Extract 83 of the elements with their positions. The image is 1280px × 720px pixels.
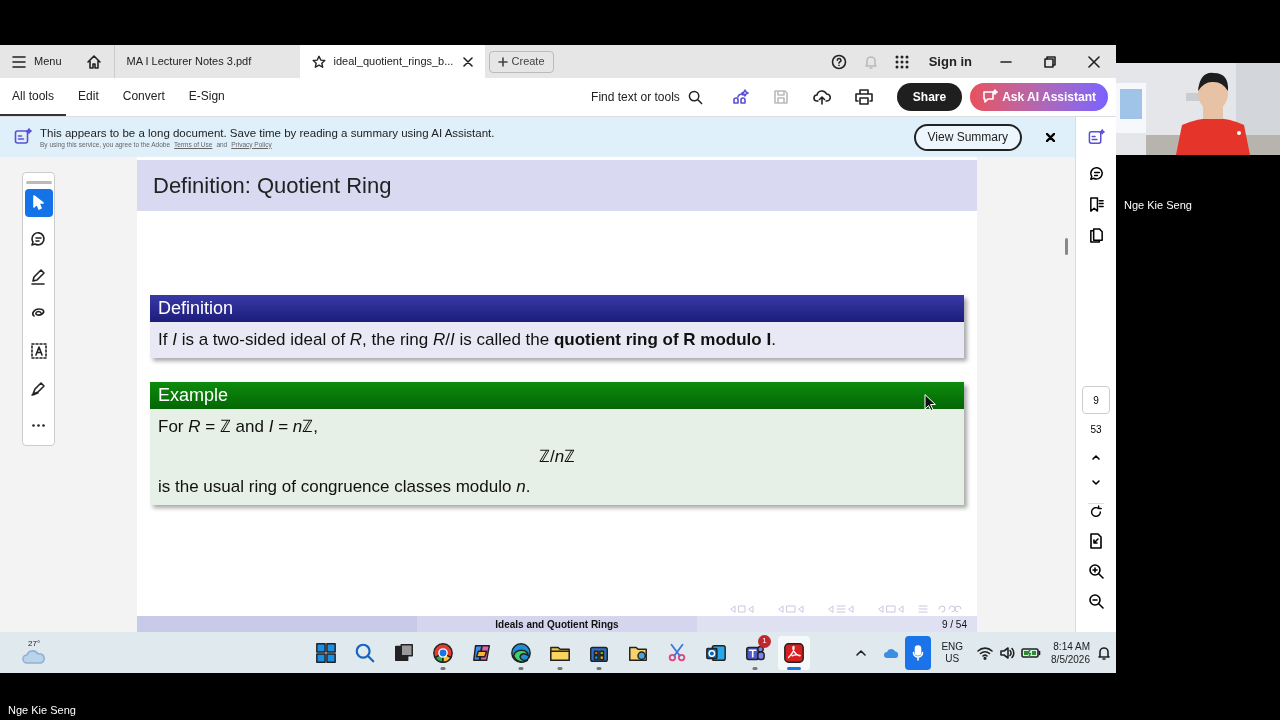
clock-time[interactable]: 8:14 AM [1053,639,1090,653]
running-indicator [440,666,446,670]
ai-summary-icon [14,128,32,146]
running-indicator [557,666,563,670]
scissors-icon [666,641,688,664]
browser-icon [510,641,532,664]
math-text: is the usual ring of congruence classes modulo n. [158,476,531,498]
cloud-icon[interactable] [883,646,900,659]
sparkle-tool-icon[interactable] [730,88,749,106]
toolbar-tab[interactable]: Convert [110,78,177,116]
browser-icon [432,641,454,664]
ai-assistant-button[interactable]: Ask AI Assistant [970,83,1108,111]
wifi-icon[interactable] [977,645,994,660]
math-text: ℤ/nℤ [538,446,576,468]
microphone-button[interactable] [905,635,932,670]
create-button[interactable]: Create [488,50,554,73]
toolbar-tab[interactable]: E-Sign [176,78,237,116]
fit-page-icon[interactable] [1088,533,1104,549]
block-title: Example [158,384,229,407]
mouse-pointer-icon [924,394,936,411]
close-icon[interactable] [1088,55,1100,68]
region-label[interactable]: US [945,652,960,665]
document-tab[interactable]: MA I Lecturer Notes 3.pdf [114,45,300,78]
text-box-icon [28,341,49,361]
comments-icon[interactable] [1087,165,1105,182]
zoom-out-icon[interactable] [1088,593,1104,609]
temperature-label: 27° [28,637,41,650]
search-icon [354,641,376,664]
tab-label: ideal_quotient_rings_b... [333,54,455,70]
slide-footer-title: Ideals and Quotient Rings [495,617,619,632]
banner-message: This appears to be a long document. Save time by reading a summary using AI Assistant. [40,125,495,140]
search-icon [687,89,703,105]
find-button[interactable]: Find text or tools [591,88,703,106]
share-button[interactable]: Share [896,83,963,111]
taskbar-app-button[interactable] [778,635,810,670]
language-label[interactable]: ENG [941,640,964,653]
clock-date[interactable]: 8/5/2026 [1051,652,1090,666]
scrollbar-thumb[interactable] [1065,238,1068,255]
block-title: Definition [158,297,234,320]
task-view-icon [393,641,415,664]
slide-title: Definition: Quotient Ring [153,172,392,200]
help-icon[interactable] [830,53,847,70]
plus-icon [497,56,508,67]
page-total: 53 [1090,423,1102,437]
running-indicator [752,666,758,670]
bookmark-icon[interactable] [1087,196,1105,213]
home-icon [85,53,102,70]
refresh-icon[interactable] [1088,503,1104,519]
view-summary-button[interactable]: View Summary [913,123,1022,151]
restore-icon[interactable] [1044,55,1056,68]
pages-icon[interactable] [1087,227,1105,244]
close-icon[interactable] [1046,132,1055,142]
print-icon[interactable] [854,89,873,105]
tab-label: MA I Lecturer Notes 3.pdf [126,54,253,70]
slide-page-number: 9 / 54 [941,617,967,632]
running-indicator [518,666,524,670]
running-indicator [787,666,801,670]
ai-chat-icon [982,89,999,105]
participant-name: Nge Kie Seng [1124,198,1193,213]
volume-icon[interactable] [999,645,1016,660]
ai-summary-icon[interactable] [1087,128,1105,146]
cloud-upload-icon[interactable] [812,89,831,105]
math-text: If I is a two-sided ideal of R, the ring R/I is called the quotient ring of R modulo I. [158,329,776,351]
sign-in-button[interactable]: Sign in [928,51,972,72]
battery-icon[interactable] [1021,646,1042,659]
document-tab[interactable]: ideal_quotient_rings_b... [299,45,485,78]
math-text: For R = ℤ and I = nℤ, [158,416,318,438]
taskbar-app-button[interactable]: 1 [739,635,771,670]
notification-badge: 1 [758,634,771,648]
zoom-in-icon[interactable] [1088,563,1104,579]
more-icon [32,423,45,427]
page-number-field[interactable]: 9 [1082,386,1110,414]
close-icon[interactable] [462,56,473,67]
menu-button[interactable]: Menu [0,45,74,78]
windows-logo-icon [315,641,337,664]
participant-name: Nge Kie Seng [8,703,77,718]
running-indicator [596,666,602,670]
microphone-icon [912,644,925,661]
notification-bell-icon[interactable] [1098,645,1110,660]
pdf-app-icon [783,641,805,664]
menu-icon [12,55,26,68]
apps-grid-icon[interactable] [894,54,909,69]
toolbar-tab[interactable]: Edit [66,78,111,116]
